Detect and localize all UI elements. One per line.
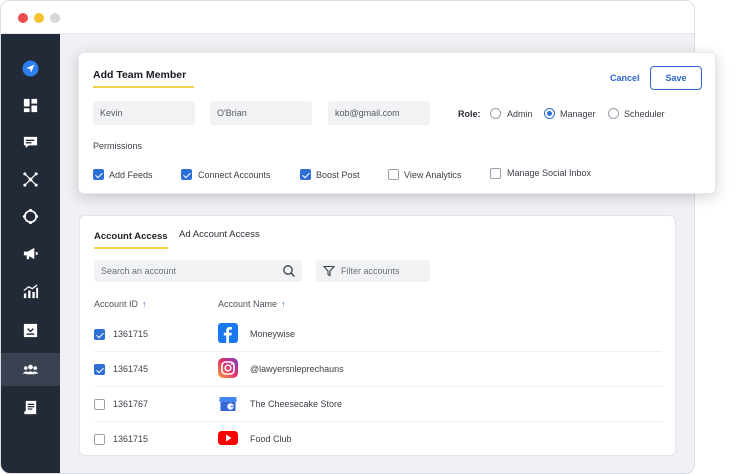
tab-account-access[interactable]: Account Access: [94, 231, 168, 249]
permission-view-analytics-checkbox[interactable]: [388, 169, 399, 180]
account-id: 1361745: [113, 364, 149, 374]
sidebar-item-discover[interactable]: [1, 200, 60, 233]
permission-add-feeds-checkbox[interactable]: [93, 169, 104, 180]
permission-boost-post-checkbox[interactable]: [300, 169, 311, 180]
permissions-heading: Permissions: [93, 141, 143, 151]
filter-accounts-button[interactable]: Filter accounts: [316, 260, 430, 282]
dialog-title: Add Team Member: [93, 69, 194, 88]
role-admin-radio[interactable]: [490, 108, 501, 119]
sort-arrow-icon: ↑: [142, 299, 147, 309]
save-button[interactable]: Save: [650, 66, 702, 90]
analytics-icon: [23, 284, 39, 299]
tab-label: Account Access: [94, 231, 168, 242]
feed-icon: [23, 136, 38, 149]
column-label: Account ID: [94, 299, 139, 309]
account-access-panel: Account Access Ad Account Access Search …: [79, 215, 676, 456]
account-id: 1361767: [113, 399, 149, 409]
role-scheduler-radio[interactable]: [608, 108, 619, 119]
last-name-field[interactable]: O'Brian: [210, 101, 312, 125]
reports-icon: [24, 400, 37, 415]
account-name: Food Club: [250, 434, 292, 444]
team-icon: [22, 364, 39, 375]
role-admin-label[interactable]: Admin: [507, 109, 533, 119]
table-row[interactable]: 1361715 Moneywise: [94, 317, 662, 351]
row-checkbox[interactable]: [94, 434, 105, 445]
role-scheduler-label[interactable]: Scheduler: [624, 109, 665, 119]
role-manager-radio[interactable]: [544, 108, 555, 119]
minimize-window-button[interactable]: [34, 13, 44, 23]
column-label: Account Name: [218, 299, 278, 309]
sidebar-item-reports[interactable]: [1, 391, 60, 424]
tab-ad-account-access[interactable]: Ad Account Access: [179, 229, 260, 240]
account-id: 1361715: [113, 434, 149, 444]
sort-arrow-icon: ↑: [281, 299, 286, 309]
email-field[interactable]: kob@gmail.com: [328, 101, 430, 125]
youtube-icon: [218, 431, 238, 445]
inbox-icon: [23, 323, 38, 338]
active-tab-underline: [94, 247, 168, 249]
dashboard-icon: [23, 98, 38, 113]
account-name: @lawyersnleprechauns: [250, 364, 344, 374]
filter-label: Filter accounts: [341, 266, 400, 276]
sidebar-item-dashboard[interactable]: [1, 89, 60, 122]
account-id: 1361715: [113, 329, 149, 339]
sidebar-item-network[interactable]: [1, 163, 60, 196]
row-checkbox[interactable]: [94, 364, 105, 375]
instagram-icon: [218, 358, 238, 378]
tab-label: Ad Account Access: [179, 229, 260, 240]
permission-connect-accounts-checkbox[interactable]: [181, 169, 192, 180]
table-row[interactable]: 1361767 The Cheesecake Store: [94, 386, 662, 420]
megaphone-icon: [23, 247, 38, 260]
permission-manage-social-inbox-checkbox[interactable]: [490, 168, 501, 179]
add-team-member-dialog: Add Team Member Cancel Save Kevin O'Bria…: [78, 52, 716, 194]
facebook-icon: [218, 323, 238, 343]
account-search-input[interactable]: Search an account: [94, 260, 302, 282]
row-checkbox[interactable]: [94, 329, 105, 340]
zoom-window-button[interactable]: [50, 13, 60, 23]
column-header-account-name[interactable]: Account Name ↑: [218, 299, 286, 309]
permission-connect-accounts-label[interactable]: Connect Accounts: [198, 170, 271, 180]
permission-view-analytics-label[interactable]: View Analytics: [404, 170, 461, 180]
sidebar-item-inbox[interactable]: [1, 314, 60, 347]
table-row[interactable]: 1361715 Food Club: [94, 421, 662, 455]
cancel-button[interactable]: Cancel: [610, 73, 640, 83]
title-bar: [1, 1, 694, 34]
role-manager-label[interactable]: Manager: [560, 109, 596, 119]
permission-add-feeds-label[interactable]: Add Feeds: [109, 170, 153, 180]
title-underline: [93, 86, 194, 88]
send-icon: [22, 60, 39, 77]
close-window-button[interactable]: [18, 13, 28, 23]
account-name: Moneywise: [250, 329, 296, 339]
compass-icon: [22, 208, 39, 225]
permission-manage-social-inbox-label[interactable]: Manage Social Inbox: [507, 168, 591, 178]
search-placeholder: Search an account: [101, 266, 177, 276]
column-header-account-id[interactable]: Account ID ↑: [94, 299, 147, 309]
network-icon: [23, 172, 38, 187]
sidebar: [1, 34, 60, 473]
permission-boost-post-label[interactable]: Boost Post: [316, 170, 360, 180]
table-row[interactable]: 1361745 @lawyersnleprechauns: [94, 351, 662, 385]
filter-icon: [323, 265, 335, 277]
sidebar-item-feeds[interactable]: [1, 126, 60, 159]
search-icon[interactable]: [282, 264, 296, 278]
first-name-field[interactable]: Kevin: [93, 101, 195, 125]
role-label: Role:: [458, 109, 481, 119]
sidebar-item-analytics[interactable]: [1, 275, 60, 308]
dialog-title-text: Add Team Member: [93, 69, 187, 81]
row-checkbox[interactable]: [94, 399, 105, 410]
sidebar-item-team[interactable]: [1, 353, 60, 386]
google-business-icon: [219, 397, 237, 411]
account-name: The Cheesecake Store: [250, 399, 343, 409]
sidebar-item-campaigns[interactable]: [1, 237, 60, 270]
sidebar-item-publish[interactable]: [1, 52, 60, 85]
